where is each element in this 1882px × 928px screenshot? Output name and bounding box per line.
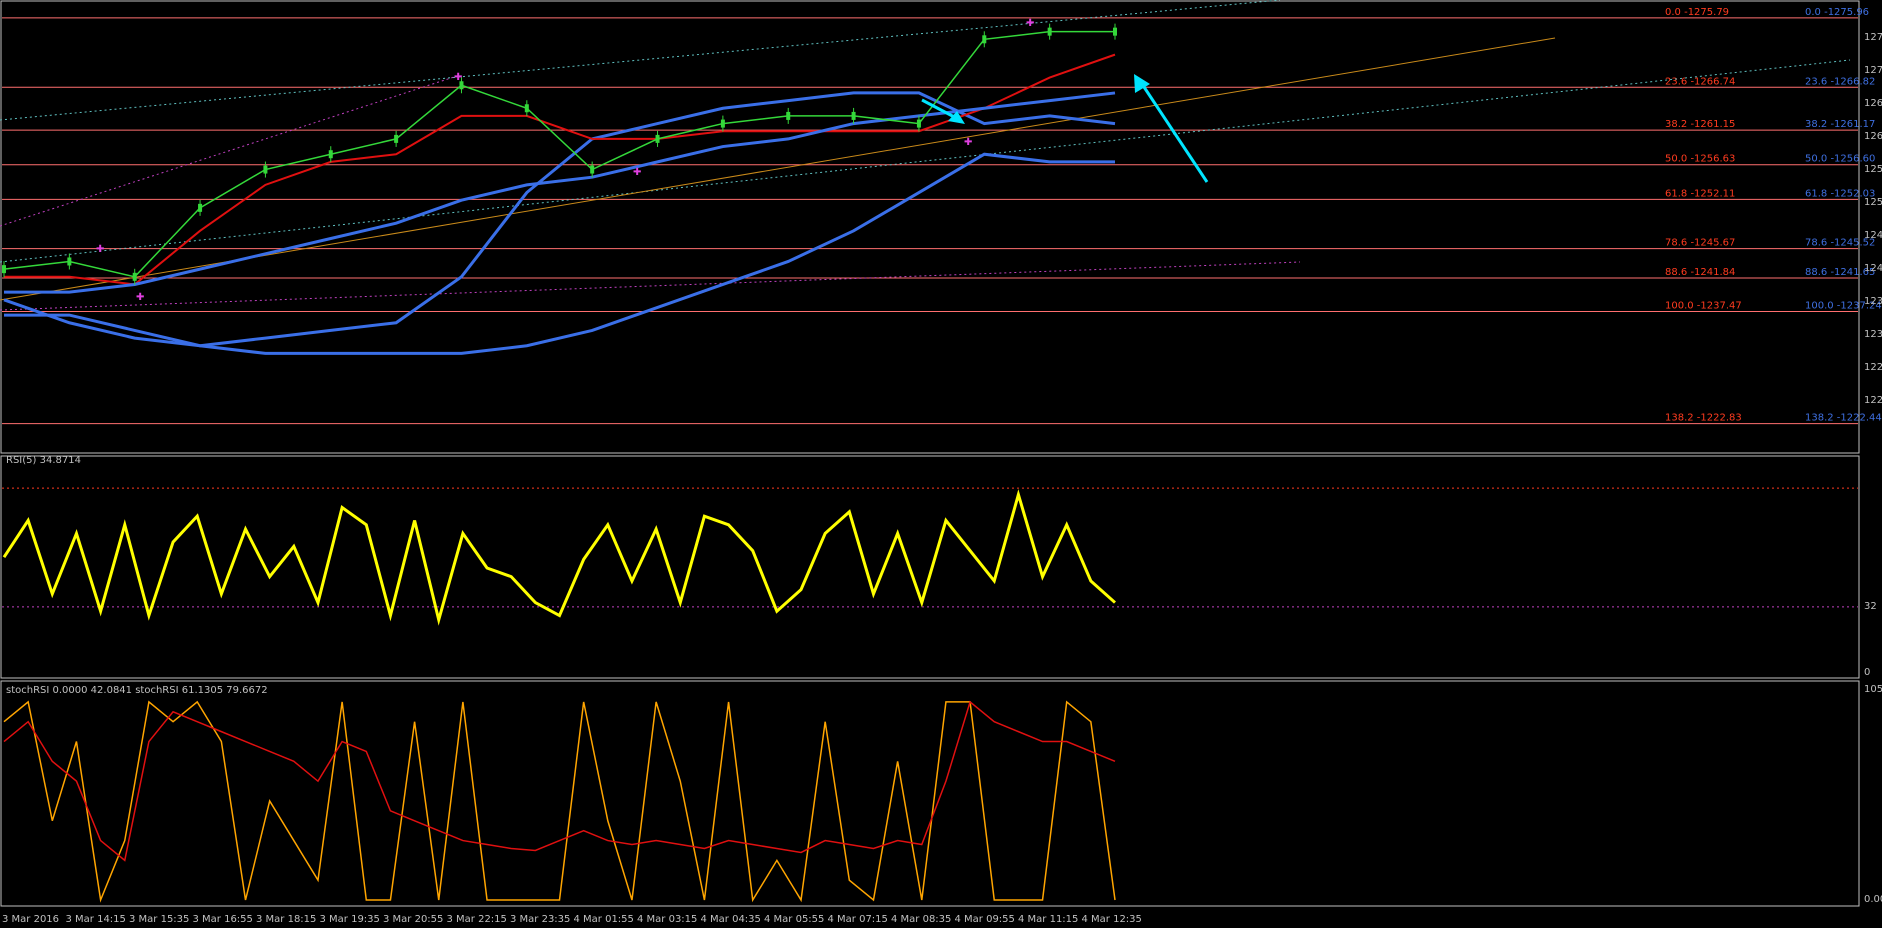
fib-label-right-0: 0.0 -1275.96 [1805, 7, 1869, 18]
fractal-marker-1: ✚ [96, 244, 104, 255]
time-tick-14: 4 Mar 08:35 [891, 914, 951, 925]
price-line [3, 30, 1115, 278]
stoch-panel-frame [0, 680, 1860, 907]
rsi-axis-label-32: 32 [1864, 601, 1877, 612]
candle-body [2, 265, 6, 274]
time-tick-10: 4 Mar 03:15 [637, 914, 697, 925]
chart-window[interactable]: 0.0 -1275.79 0.0 -1275.96 23.6 -1266.74 23.… [0, 0, 1882, 928]
rsi-panel-frame [0, 455, 1860, 679]
fib-label-left-3: 50.0 -1256.63 [1665, 154, 1735, 165]
candle-body [1047, 27, 1052, 36]
candle-body [1113, 27, 1117, 36]
candle-body [851, 111, 856, 120]
time-tick-4: 3 Mar 18:15 [256, 914, 316, 925]
fractal-marker-4: ✚ [964, 137, 972, 148]
price-tick-4: 125 [1864, 164, 1882, 175]
price-tick-6: 124 [1864, 230, 1882, 241]
fib-label-left-4: 61.8 -1252.11 [1665, 188, 1735, 199]
time-tick-7: 3 Mar 22:15 [447, 914, 507, 925]
fib-label-left-6: 88.6 -1241.84 [1665, 267, 1735, 278]
price-candles [2, 23, 1117, 285]
time-tick-6: 3 Mar 20:55 [383, 914, 443, 925]
fib-label-right-1: 23.6 -1266.82 [1805, 76, 1875, 87]
candle-body [590, 165, 595, 174]
price-tick-0: 127 [1864, 32, 1882, 43]
price-tick-10: 122 [1864, 362, 1882, 373]
price-tick-3: 126 [1864, 131, 1882, 142]
fib-label-right-2: 38.2 -1261.17 [1805, 119, 1875, 130]
stoch-label: stochRSI 0.0000 42.0841 stochRSI 61.1305… [6, 685, 268, 696]
candle-body [394, 134, 399, 143]
time-tick-13: 4 Mar 07:15 [828, 914, 888, 925]
time-tick-8: 3 Mar 23:35 [510, 914, 570, 925]
price-tick-8: 123 [1864, 296, 1882, 307]
fractal-marker-5: ✚ [1026, 18, 1034, 29]
fib-label-left-8: 138.2 -1222.83 [1665, 413, 1742, 424]
fib-label-left-2: 38.2 -1261.15 [1665, 119, 1735, 130]
time-tick-1: 3 Mar 14:15 [66, 914, 126, 925]
time-tick-15: 4 Mar 09:55 [955, 914, 1015, 925]
price-tick-7: 124 [1864, 263, 1882, 274]
time-tick-5: 3 Mar 19:35 [320, 914, 380, 925]
ma-slow-line [4, 91, 1116, 294]
rsi-line [2, 487, 1858, 626]
candle-body [720, 119, 725, 128]
stoch-k-line [3, 700, 1116, 903]
fib-label-left-1: 23.6 -1266.74 [1665, 76, 1735, 87]
time-tick-16: 4 Mar 11:15 [1018, 914, 1078, 925]
stoch-rsi-lines [3, 700, 1116, 903]
time-tick-11: 4 Mar 04:35 [701, 914, 761, 925]
time-tick-17: 4 Mar 12:35 [1082, 914, 1142, 925]
candle-body [916, 119, 921, 128]
candle-body [982, 35, 987, 44]
candle-body [67, 257, 72, 266]
rsi-series-line [2, 489, 1116, 626]
fractal-marker-3: ✚ [136, 292, 144, 303]
time-tick-12: 4 Mar 05:55 [764, 914, 824, 925]
candle-body [328, 150, 333, 159]
ma-fast-line [4, 53, 1116, 286]
fractal-marker-0: ✚ [454, 72, 462, 83]
rsi-axis-label-0: 0 [1864, 667, 1870, 678]
moving-averages [4, 53, 1116, 294]
time-tick-0: 3 Mar 2016 [2, 914, 59, 925]
chart-canvas[interactable]: 0.0 -1275.79 0.0 -1275.96 23.6 -1266.74 23.… [0, 0, 1882, 928]
bb-upper-line [3, 91, 1116, 348]
candle-body [524, 104, 529, 113]
fib-label-right-8: 138.2 -1222.44 [1805, 413, 1882, 424]
stoch-axis-label-0: 0.00 [1864, 894, 1882, 905]
trendline-teal-lower [0, 59, 1851, 263]
price-panel-frame [0, 0, 1860, 454]
trendlines [0, 0, 1851, 311]
fibonacci-levels: 0.0 -1275.79 0.0 -1275.96 23.6 -1266.74 23.… [2, 7, 1882, 425]
candle-body [198, 203, 203, 212]
price-tick-5: 125 [1864, 197, 1882, 208]
candle-body [786, 111, 791, 120]
fib-label-left-7: 100.0 -1237.47 [1665, 301, 1742, 312]
time-tick-3: 3 Mar 16:55 [193, 914, 253, 925]
stoch-d-line [3, 700, 1116, 862]
price-tick-9: 123 [1864, 329, 1882, 340]
fib-label-left-0: 0.0 -1275.79 [1665, 7, 1729, 18]
candle-body [655, 134, 660, 143]
stoch-axis-label-105: 105 [1864, 684, 1882, 695]
bollinger-bands [3, 91, 1116, 355]
rsi-label: RSI(5) 34.8714 [6, 455, 81, 466]
price-tick-1: 127 [1864, 65, 1882, 76]
fractal-marker-2: ✚ [633, 167, 641, 178]
candle-body [132, 272, 137, 281]
candle-body [263, 165, 268, 174]
price-tick-11: 122 [1864, 395, 1882, 406]
trendline-magenta-upper [0, 74, 461, 227]
time-tick-2: 3 Mar 15:35 [129, 914, 189, 925]
time-tick-9: 4 Mar 01:55 [574, 914, 634, 925]
fib-label-left-5: 78.6 -1245.67 [1665, 238, 1735, 249]
price-tick-2: 126 [1864, 98, 1882, 109]
